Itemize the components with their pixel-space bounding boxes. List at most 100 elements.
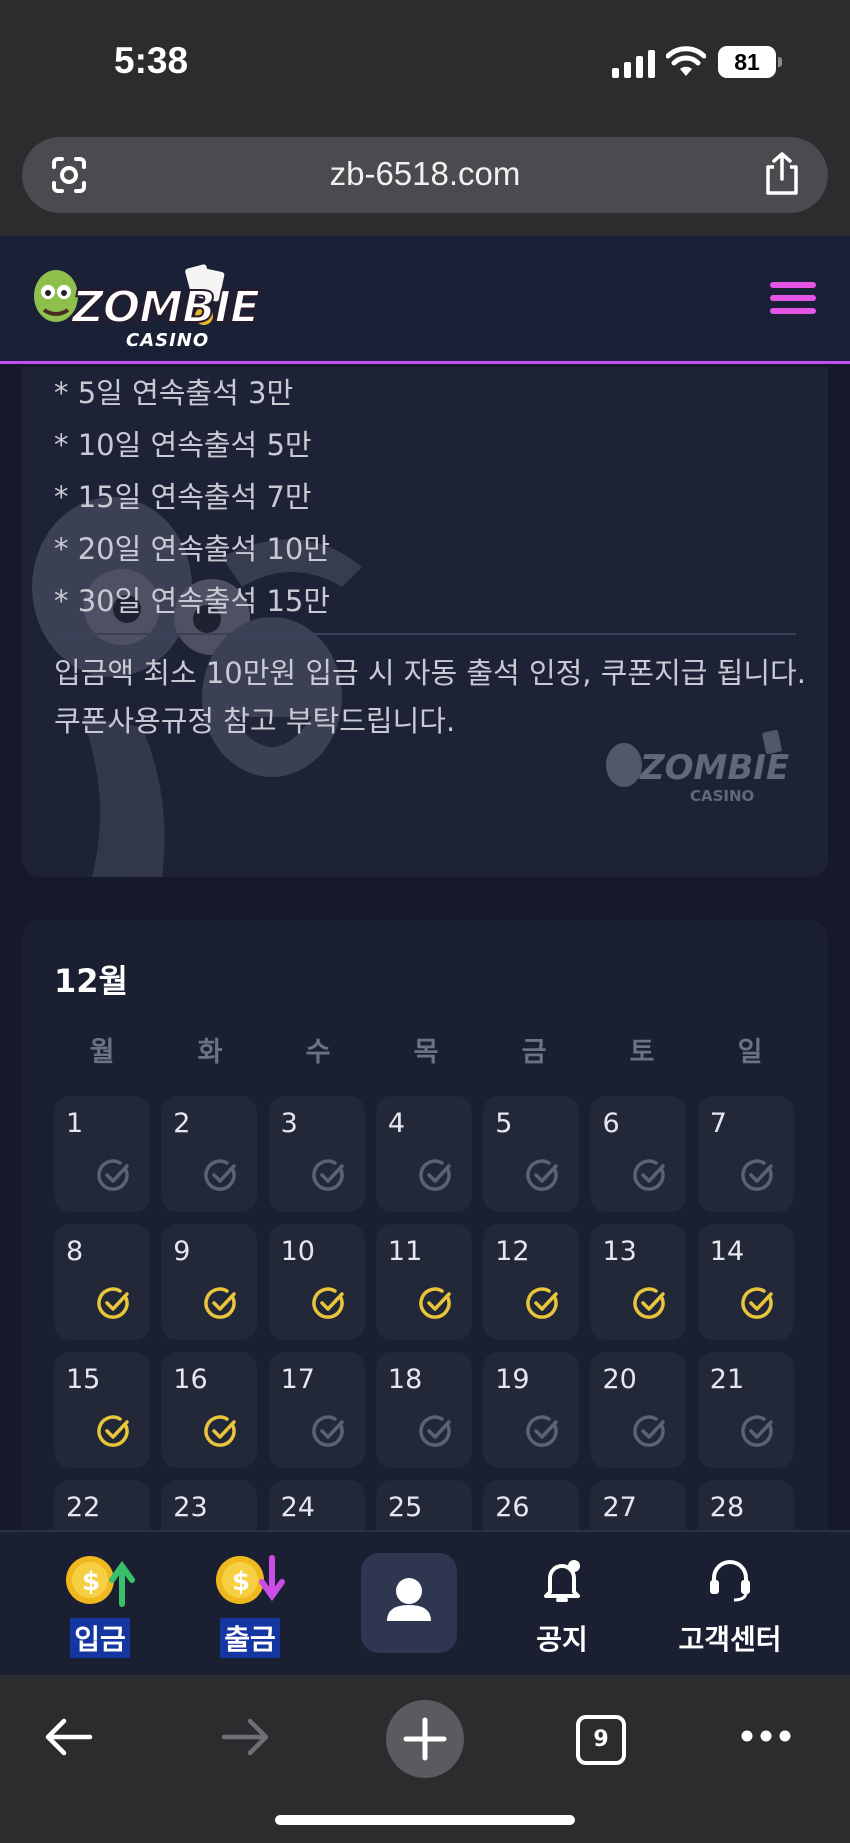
calendar-day[interactable]: 20 xyxy=(590,1352,687,1468)
day-number: 27 xyxy=(602,1492,637,1523)
forward-arrow-icon[interactable] xyxy=(220,1715,272,1759)
user-icon xyxy=(387,1578,431,1621)
calendar-day[interactable]: 10 xyxy=(268,1224,365,1340)
weekday-label: 월 xyxy=(89,1037,115,1068)
day-number: 10 xyxy=(280,1236,315,1267)
withdraw-button[interactable]: $ 출금 xyxy=(210,1552,290,1658)
status-time: 5:38 xyxy=(114,40,189,81)
day-number: 14 xyxy=(709,1236,745,1267)
check-circle-icon xyxy=(633,1415,666,1447)
calendar-day[interactable]: 25 xyxy=(375,1480,472,1532)
back-arrow-icon[interactable] xyxy=(42,1715,94,1759)
calendar-day[interactable]: 2 xyxy=(161,1096,258,1212)
check-circle-icon xyxy=(741,1415,773,1447)
calendar-day[interactable]: 14 xyxy=(697,1224,794,1340)
logo-text: ZOMBIE xyxy=(71,281,261,334)
zombie-casino-logo[interactable]: ZOMBIE CASINO xyxy=(28,256,261,356)
check-circle-active-icon xyxy=(741,1287,773,1319)
check-circle-active-icon xyxy=(633,1287,666,1319)
customer-center-label: 고객센터 xyxy=(678,1623,782,1656)
calendar-day[interactable]: 24 xyxy=(268,1480,365,1532)
weekday-label: 목 xyxy=(413,1037,439,1068)
calendar-day[interactable]: 21 xyxy=(697,1352,794,1468)
calendar-day[interactable]: 19 xyxy=(483,1352,580,1468)
day-number: 19 xyxy=(495,1364,530,1395)
url-text: zb-6518.com xyxy=(329,155,521,192)
calendar-day[interactable]: 22 xyxy=(54,1480,150,1532)
notice-button[interactable]: 공지 xyxy=(522,1552,602,1658)
status-bar: 5:38 81 xyxy=(0,0,850,120)
attendance-item: * 10일 연속출석 5만 xyxy=(54,428,312,462)
day-number: 25 xyxy=(387,1492,423,1523)
plus-icon xyxy=(403,1717,447,1761)
address-bar[interactable]: zb-6518.com xyxy=(22,137,828,213)
day-number: 3 xyxy=(280,1108,298,1139)
check-circle-active-icon xyxy=(419,1287,451,1319)
check-circle-active-icon xyxy=(97,1415,129,1447)
calendar-day[interactable]: 1 xyxy=(54,1096,150,1212)
menu-icon[interactable] xyxy=(770,282,816,316)
attendance-item: * 20일 연속출석 10만 xyxy=(54,532,331,566)
calendar-day[interactable]: 26 xyxy=(483,1480,580,1532)
day-number: 16 xyxy=(173,1364,208,1395)
calendar-day[interactable]: 11 xyxy=(375,1224,472,1340)
day-number: 15 xyxy=(66,1364,101,1395)
calendar-day[interactable]: 12 xyxy=(483,1224,580,1340)
svg-text:$: $ xyxy=(232,1567,250,1597)
attendance-item: * 30일 연속출석 15만 xyxy=(54,584,331,618)
calendar-day[interactable]: 5 xyxy=(483,1096,580,1212)
day-number: 22 xyxy=(66,1492,101,1523)
deposit-label: 입금 xyxy=(70,1618,130,1658)
page-content: ZOMBIE CASINO * 5일 연속출석 3만 * 10일 연속출석 5만… xyxy=(0,367,850,1532)
share-icon[interactable] xyxy=(762,151,802,197)
calendar-day[interactable]: 8 xyxy=(54,1224,150,1340)
day-number: 26 xyxy=(495,1492,530,1523)
battery-indicator: 81 xyxy=(718,46,782,78)
calendar-day[interactable]: 3 xyxy=(268,1096,365,1212)
deposit-button[interactable]: $ 입금 xyxy=(60,1552,140,1658)
check-circle-active-icon xyxy=(97,1287,129,1319)
calendar-day[interactable]: 28 xyxy=(697,1480,794,1532)
calendar-day[interactable]: 15 xyxy=(54,1352,150,1468)
more-icon[interactable] xyxy=(740,1729,792,1743)
calendar-day[interactable]: 27 xyxy=(590,1480,687,1532)
new-tab-button[interactable] xyxy=(386,1700,464,1778)
profile-button[interactable] xyxy=(361,1553,457,1653)
tabs-button[interactable]: 9 xyxy=(576,1715,626,1765)
attendance-item: * 15일 연속출석 7만 xyxy=(54,480,312,514)
attendance-info-card: ZOMBIE CASINO * 5일 연속출석 3만 * 10일 연속출석 5만… xyxy=(22,367,828,877)
svg-text:$: $ xyxy=(82,1567,100,1597)
day-number: 1 xyxy=(66,1108,84,1139)
calendar-day[interactable]: 7 xyxy=(697,1096,794,1212)
calendar-day[interactable]: 9 xyxy=(161,1224,258,1340)
day-number: 13 xyxy=(602,1236,637,1267)
calendar-day[interactable]: 4 xyxy=(375,1096,472,1212)
withdraw-label: 출금 xyxy=(220,1618,280,1658)
wifi-icon xyxy=(666,46,706,76)
day-number: 23 xyxy=(173,1492,208,1523)
calendar-day[interactable]: 18 xyxy=(375,1352,472,1468)
calendar-day[interactable]: 16 xyxy=(161,1352,258,1468)
check-circle-icon xyxy=(741,1159,773,1191)
check-circle-icon xyxy=(204,1159,237,1191)
coin-deposit-icon: $ xyxy=(66,1556,135,1607)
day-number: 11 xyxy=(387,1236,423,1267)
calendar-day[interactable]: 6 xyxy=(590,1096,687,1212)
check-circle-active-icon xyxy=(204,1287,237,1319)
weekday-header: 월 화 수 목 금 토 일 xyxy=(54,1030,814,1069)
check-circle-icon xyxy=(526,1159,558,1191)
calendar-day[interactable]: 13 xyxy=(590,1224,687,1340)
svg-text:CASINO: CASINO xyxy=(690,787,754,805)
check-circle-active-icon xyxy=(204,1415,237,1447)
customer-center-button[interactable]: 고객센터 xyxy=(660,1552,800,1658)
home-indicator[interactable] xyxy=(275,1815,575,1825)
calendar-day[interactable]: 17 xyxy=(268,1352,365,1468)
calendar-grid: 1 2 3 4 5 6 7 8 9 10 11 12 13 14 15 16 17 18 19 20 21 22 23 24 2… xyxy=(54,1096,814,1532)
calendar-day[interactable]: 23 xyxy=(161,1480,258,1532)
weekday-label: 토 xyxy=(629,1037,655,1068)
check-circle-icon xyxy=(97,1159,129,1191)
day-number: 7 xyxy=(709,1108,727,1139)
bell-icon xyxy=(544,1560,580,1602)
day-number: 4 xyxy=(387,1108,406,1139)
check-circle-icon xyxy=(633,1159,666,1191)
